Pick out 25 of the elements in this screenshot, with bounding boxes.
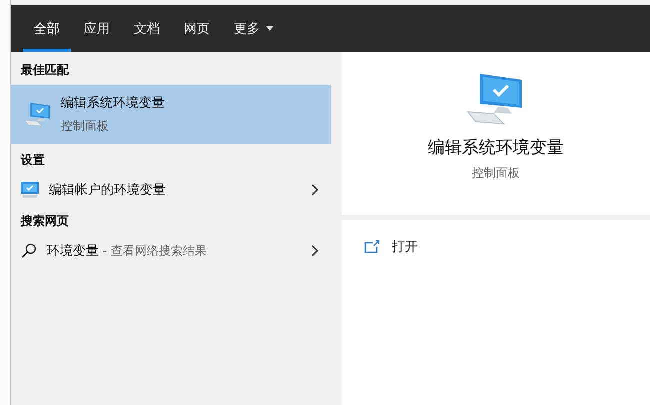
search-query: 环境变量 xyxy=(47,243,99,260)
chevron-right-icon[interactable] xyxy=(311,184,319,196)
result-title: 编辑帐户的环境变量 xyxy=(49,182,167,199)
search-icon xyxy=(21,243,37,259)
filter-tab[interactable]: 文档 xyxy=(123,8,171,52)
result-subtitle: 控制面板 xyxy=(61,118,110,135)
monitor-icon xyxy=(21,182,39,198)
filter-tab[interactable]: 更多 xyxy=(223,8,285,52)
monitor-icon xyxy=(23,102,53,126)
result-item[interactable]: 编辑系统环境变量 控制面板 xyxy=(11,85,331,144)
section-header: 搜索网页 xyxy=(20,213,70,230)
result-item[interactable]: 环境变量 - 查看网络搜索结果 xyxy=(11,236,331,266)
result-item[interactable]: 编辑帐户的环境变量 xyxy=(11,175,331,205)
section-header: 最佳匹配 xyxy=(20,62,70,79)
section-header: 设置 xyxy=(20,152,46,169)
search-hint: - 查看网络搜索结果 xyxy=(102,243,207,260)
open-icon xyxy=(364,240,380,254)
filter-tab[interactable]: 应用 xyxy=(73,8,121,52)
preview-subtitle: 控制面板 xyxy=(472,165,520,182)
preview-title: 编辑系统环境变量 xyxy=(428,137,564,159)
result-title: 编辑系统环境变量 xyxy=(61,95,166,112)
filter-tab[interactable]: 网页 xyxy=(173,8,221,52)
caret-icon xyxy=(266,26,274,31)
open-action[interactable]: 打开 xyxy=(342,234,440,260)
chevron-right-icon[interactable] xyxy=(311,245,319,257)
